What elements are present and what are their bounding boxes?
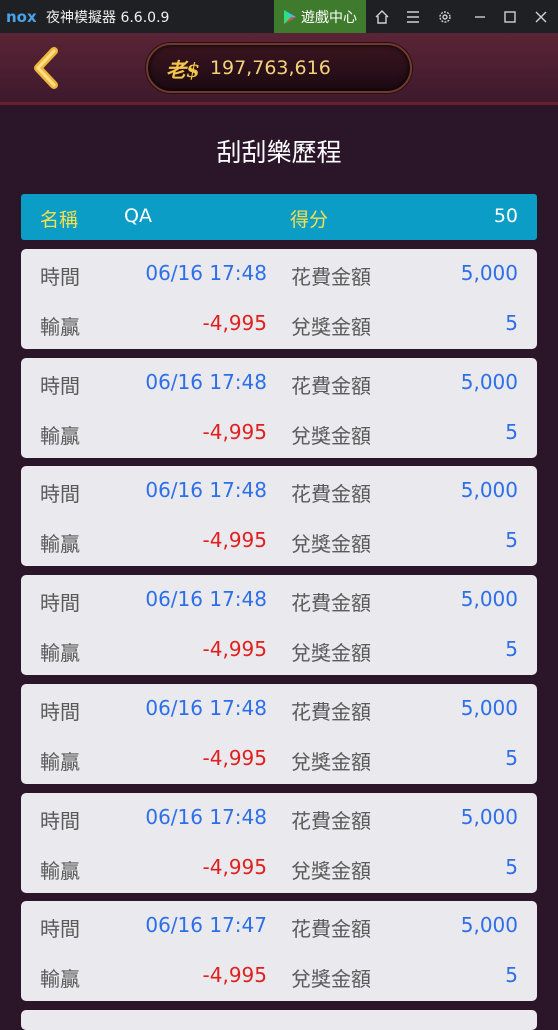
cost-label: 花費金額 (291, 809, 371, 833)
nox-logo: nox (6, 8, 37, 26)
cost-value: 5,000 (460, 478, 518, 502)
cost-value: 5,000 (460, 913, 518, 937)
win-loss-label: 輸贏 (40, 641, 80, 665)
menu-icon[interactable] (398, 0, 428, 33)
name-label: 名稱 (40, 209, 79, 231)
win-loss-value: -4,995 (202, 855, 267, 879)
win-loss-value: -4,995 (202, 746, 267, 770)
cost-label: 花費金額 (291, 374, 371, 398)
game-center-label: 遊戲中心 (301, 9, 357, 26)
emulator-titlebar: nox 夜神模擬器 6.6.0.9 遊戲中心 (0, 0, 558, 33)
cost-label: 花費金額 (291, 482, 371, 506)
time-label: 時間 (40, 700, 80, 724)
score-label: 得分 (290, 209, 329, 231)
prize-value: 5 (505, 528, 518, 552)
cost-label: 花費金額 (291, 700, 371, 724)
prize-label: 兌獎金額 (291, 967, 371, 991)
history-content[interactable]: 刮刮樂歷程 名稱 QA 得分 50 時間 06/16 17:48 花費金額 5,… (0, 105, 558, 1030)
prize-value: 5 (505, 311, 518, 335)
prize-label: 兌獎金額 (291, 641, 371, 665)
prize-value: 5 (505, 637, 518, 661)
cost-label: 花費金額 (291, 917, 371, 941)
prize-value: 5 (505, 855, 518, 879)
time-value: 06/16 17:48 (145, 370, 267, 394)
summary-bar: 名稱 QA 得分 50 (21, 194, 537, 240)
record-card-partial (21, 1010, 537, 1030)
win-loss-value: -4,995 (202, 637, 267, 661)
prize-value: 5 (505, 420, 518, 444)
record-card: 時間 06/16 17:48 花費金額 5,000 輸贏 -4,995 兌獎金額… (21, 575, 537, 675)
time-label: 時間 (40, 265, 80, 289)
cost-value: 5,000 (460, 805, 518, 829)
score-value: 50 (493, 205, 518, 227)
win-loss-value: -4,995 (202, 963, 267, 987)
home-icon[interactable] (367, 0, 397, 33)
record-card: 時間 06/16 17:48 花費金額 5,000 輸贏 -4,995 兌獎金額… (21, 358, 537, 458)
close-icon[interactable] (526, 0, 556, 33)
page-title: 刮刮樂歷程 (216, 138, 342, 167)
time-label: 時間 (40, 809, 80, 833)
name-value: QA (124, 205, 152, 227)
prize-label: 兌獎金額 (291, 750, 371, 774)
app-title: 夜神模擬器 6.6.0.9 (46, 9, 170, 26)
prize-value: 5 (505, 963, 518, 987)
win-loss-label: 輸贏 (40, 315, 80, 339)
win-loss-label: 輸贏 (40, 859, 80, 883)
win-loss-value: -4,995 (202, 528, 267, 552)
cost-value: 5,000 (460, 370, 518, 394)
cost-value: 5,000 (460, 696, 518, 720)
record-card: 時間 06/16 17:48 花費金額 5,000 輸贏 -4,995 兌獎金額… (21, 793, 537, 893)
win-loss-label: 輸贏 (40, 424, 80, 448)
win-loss-value: -4,995 (202, 311, 267, 335)
coin-balance: 老$ 197,763,616 (146, 43, 412, 93)
time-label: 時間 (40, 591, 80, 615)
maximize-icon[interactable] (495, 0, 525, 33)
time-value: 06/16 17:47 (145, 913, 267, 937)
prize-label: 兌獎金額 (291, 532, 371, 556)
app-header: 老$ 197,763,616 (0, 33, 558, 105)
win-loss-label: 輸贏 (40, 967, 80, 991)
time-value: 06/16 17:48 (145, 805, 267, 829)
record-card: 時間 06/16 17:47 花費金額 5,000 輸贏 -4,995 兌獎金額… (21, 901, 537, 1001)
win-loss-value: -4,995 (202, 420, 267, 444)
svg-text:nox: nox (6, 8, 37, 26)
prize-label: 兌獎金額 (291, 859, 371, 883)
win-loss-label: 輸贏 (40, 750, 80, 774)
time-value: 06/16 17:48 (145, 696, 267, 720)
time-value: 06/16 17:48 (145, 587, 267, 611)
gear-icon[interactable] (430, 0, 460, 33)
cost-label: 花費金額 (291, 265, 371, 289)
coin-balance-value: 197,763,616 (209, 57, 331, 79)
time-value: 06/16 17:48 (145, 478, 267, 502)
time-value: 06/16 17:48 (145, 261, 267, 285)
record-card: 時間 06/16 17:48 花費金額 5,000 輸贏 -4,995 兌獎金額… (21, 684, 537, 784)
cost-value: 5,000 (460, 587, 518, 611)
prize-label: 兌獎金額 (291, 424, 371, 448)
play-store-icon (284, 9, 296, 24)
time-label: 時間 (40, 917, 80, 941)
prize-label: 兌獎金額 (291, 315, 371, 339)
back-arrow-icon[interactable] (28, 47, 64, 89)
coin-logo: 老$ (166, 57, 200, 82)
record-card: 時間 06/16 17:48 花費金額 5,000 輸贏 -4,995 兌獎金額… (21, 466, 537, 566)
record-card: 時間 06/16 17:48 花費金額 5,000 輸贏 -4,995 兌獎金額… (21, 249, 537, 349)
minimize-icon[interactable] (465, 0, 495, 33)
game-center-button[interactable]: 遊戲中心 (274, 0, 366, 33)
time-label: 時間 (40, 482, 80, 506)
win-loss-label: 輸贏 (40, 532, 80, 556)
cost-label: 花費金額 (291, 591, 371, 615)
time-label: 時間 (40, 374, 80, 398)
cost-value: 5,000 (460, 261, 518, 285)
prize-value: 5 (505, 746, 518, 770)
